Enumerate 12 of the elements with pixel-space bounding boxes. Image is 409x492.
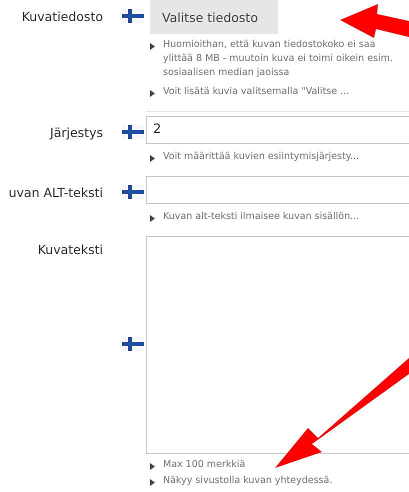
field-label: Kuvatiedosto	[22, 9, 103, 26]
help-text: Max 100 merkkiä	[163, 458, 246, 472]
field-label: Järjestys	[50, 125, 103, 142]
input-field[interactable]: 2	[146, 116, 409, 144]
help-text: Näkyy sivustolla kuvan yhteydessä.	[163, 474, 332, 488]
help-text: Kuvan alt-teksti ilmaisee kuvan sisällön...	[163, 210, 360, 224]
choose-file-button[interactable]: Valitse tiedosto	[150, 0, 278, 34]
field-label: uvan ALT-teksti	[8, 185, 103, 202]
help-text: Voit lisätä kuvia valitsemalla "Valitse ...	[163, 85, 350, 99]
help-text: Voit määrittää kuvien esiintymisjärjesty...	[163, 150, 360, 164]
help-text: Huomioithan, että kuvan tiedostokoko ei saa ylittää 8 MB - muutoin kuva ei toimi oikein esim. sosiaalisen median jaoissa	[163, 38, 394, 80]
field-label: Kuvateksti	[38, 242, 103, 259]
